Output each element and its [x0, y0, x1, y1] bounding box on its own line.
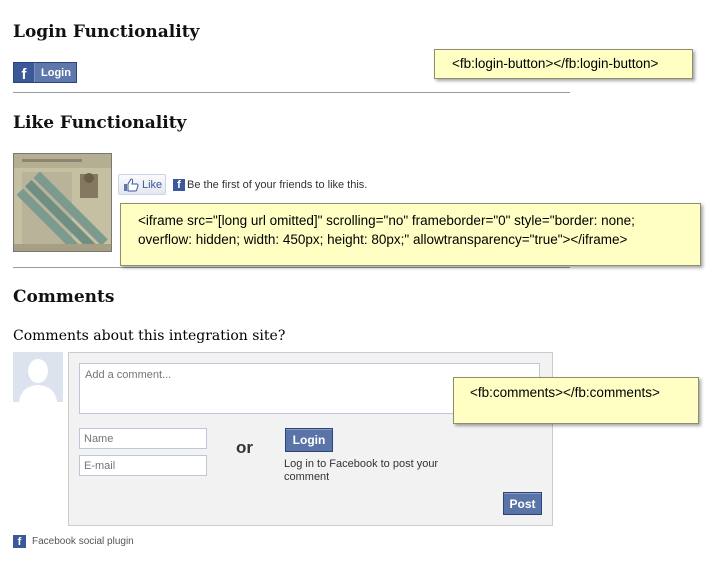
- login-tag-note: <fb:login-button></fb:login-button>: [434, 49, 693, 79]
- section-divider: [13, 92, 570, 93]
- avatar: [13, 352, 63, 402]
- comments-tag-text: <fb:comments></fb:comments>: [470, 385, 660, 400]
- name-field[interactable]: [79, 428, 207, 449]
- login-tag-text: <fb:login-button></fb:login-button>: [452, 56, 659, 71]
- iframe-tag-note: <iframe src="[long url omitted]" scrolli…: [120, 203, 701, 266]
- facebook-icon: f: [173, 179, 185, 191]
- post-button-label: Post: [509, 496, 536, 511]
- comments-section-title: Comments: [13, 287, 115, 307]
- or-separator: or: [236, 438, 253, 457]
- album-art: [14, 154, 111, 251]
- comments-login-label: Login: [292, 433, 326, 447]
- login-button-label: Login: [41, 66, 71, 79]
- facebook-icon: f: [14, 63, 35, 82]
- post-button[interactable]: Post: [503, 492, 542, 515]
- email-field[interactable]: [79, 455, 207, 476]
- thumbs-up-icon: [124, 177, 139, 191]
- comments-login-button[interactable]: Login: [285, 428, 333, 452]
- iframe-tag-text: <iframe src="[long url omitted]" scrolli…: [138, 213, 635, 247]
- like-section-title: Like Functionality: [13, 113, 187, 133]
- login-hint-text: Log in to Facebook to post your comment: [284, 458, 439, 483]
- facebook-login-button[interactable]: f Login: [13, 62, 77, 83]
- like-button-label: Like: [142, 178, 163, 191]
- comments-prompt: Comments about this integration site?: [13, 328, 286, 344]
- comments-tag-note: <fb:comments></fb:comments>: [453, 377, 699, 424]
- login-section-title: Login Functionality: [13, 22, 200, 42]
- album-cover-image: [13, 153, 112, 252]
- social-plugin-label[interactable]: Facebook social plugin: [32, 536, 134, 547]
- section-divider: [13, 267, 570, 268]
- avatar-silhouette-icon: [13, 352, 63, 402]
- facebook-icon: f: [13, 535, 26, 548]
- like-button[interactable]: Like: [118, 174, 166, 195]
- like-social-text: Be the first of your friends to like thi…: [187, 179, 368, 191]
